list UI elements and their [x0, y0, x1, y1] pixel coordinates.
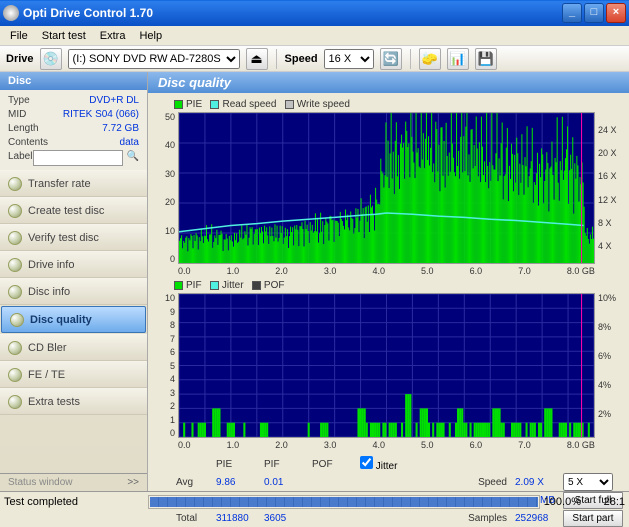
chart2-yaxis-left: 109876543210	[154, 293, 178, 438]
sidebar-item-label: Verify test disc	[28, 232, 99, 244]
chart2-xaxis: 0.01.02.03.04.05.06.07.08.0 GB	[178, 438, 595, 450]
speed-label: Speed	[285, 53, 318, 65]
disc-icon	[8, 341, 22, 355]
main-panel: Disc quality PIE Read speed Write speed …	[148, 72, 629, 491]
drive-select[interactable]: (I:) SONY DVD RW AD-7280S 1.60	[68, 49, 240, 69]
total-label: Total	[176, 513, 216, 524]
start-part-button[interactable]: Start part	[563, 510, 623, 527]
mid-label: MID	[8, 108, 26, 122]
sidebar-item-label: Disc info	[28, 286, 70, 298]
window-title: Opti Drive Control 1.70	[23, 6, 562, 20]
disc-label-input[interactable]	[33, 150, 123, 166]
disc-label-label: Label	[8, 150, 32, 166]
sidebar-item-disc-quality[interactable]: Disc quality	[1, 306, 146, 333]
maximize-button[interactable]: □	[584, 3, 604, 23]
chart2	[178, 293, 595, 438]
sidebar-item-fe-te[interactable]: FE / TE	[0, 361, 147, 388]
title-bar: Opti Drive Control 1.70 _ □ ×	[0, 0, 629, 26]
jitter-label: Jitter	[376, 461, 398, 472]
menu-help[interactable]: Help	[133, 28, 168, 44]
disc-icon	[8, 231, 22, 245]
close-button[interactable]: ×	[606, 3, 626, 23]
sidebar-item-label: Extra tests	[28, 396, 80, 408]
sidebar: Disc Type DVD+R DL MID RITEK S04 (066) Len…	[0, 72, 148, 491]
main-title: Disc quality	[148, 72, 629, 93]
disc-panel-header: Disc	[0, 72, 147, 90]
avg-pie: 9.86	[216, 477, 264, 488]
disc-icon	[8, 204, 22, 218]
menu-start-test[interactable]: Start test	[36, 28, 92, 44]
length-value: 7.72 GB	[102, 122, 139, 136]
chart2-yaxis-right: 10%8%6%4%2%	[595, 293, 623, 438]
erase-icon[interactable]: 🧽	[419, 48, 441, 70]
toolbar: Drive 💿 (I:) SONY DVD RW AD-7280S 1.60 ⏏…	[0, 46, 629, 72]
disc-icon	[8, 177, 22, 191]
col-pof: POF	[312, 459, 360, 470]
chart-icon[interactable]: 📊	[447, 48, 469, 70]
disc-icon	[8, 285, 22, 299]
sidebar-item-transfer-rate[interactable]: Transfer rate	[0, 170, 147, 197]
disc-icon	[10, 313, 24, 327]
sidebar-item-disc-info[interactable]: Disc info	[0, 278, 147, 305]
stats-grid: PIEPIFPOF Jitter Avg9.860.01 Speed2.09 X5…	[148, 454, 629, 527]
speed-limit-select[interactable]: 5 X	[563, 473, 613, 491]
sidebar-item-label: Transfer rate	[28, 178, 91, 190]
speed-select[interactable]: 16 X	[324, 49, 374, 69]
chart1-yaxis-right: 24 X20 X16 X12 X8 X4 X	[595, 112, 623, 264]
eject-icon[interactable]: ⏏	[246, 48, 268, 70]
avg-label: Avg	[176, 477, 216, 488]
rspeed-label: Speed	[430, 477, 515, 488]
refresh-icon[interactable]: 🔄	[380, 48, 402, 70]
drive-icon[interactable]: 💿	[40, 48, 62, 70]
col-pie: PIE	[216, 459, 264, 470]
sidebar-item-create-test-disc[interactable]: Create test disc	[0, 197, 147, 224]
jitter-checkbox[interactable]	[360, 456, 373, 469]
contents-value: data	[120, 136, 139, 150]
mid-value: RITEK S04 (066)	[63, 108, 139, 122]
label-edit-icon[interactable]: 🔍	[127, 150, 139, 166]
sidebar-item-label: Disc quality	[30, 314, 92, 326]
drive-label: Drive	[6, 53, 34, 65]
disc-icon	[8, 258, 22, 272]
elapsed-time: 28:1	[585, 496, 625, 508]
status-bar: Test completed 100.0% 28:1	[0, 491, 629, 511]
save-icon[interactable]: 💾	[475, 48, 497, 70]
length-label: Length	[8, 122, 39, 136]
sidebar-item-label: FE / TE	[28, 369, 65, 381]
chart1-yaxis-left: 50403020100	[154, 112, 178, 264]
progress-pct: 100.0%	[544, 496, 581, 508]
sidebar-item-label: Drive info	[28, 259, 74, 271]
contents-label: Contents	[8, 136, 48, 150]
type-value: DVD+R DL	[89, 94, 139, 108]
sidebar-item-extra-tests[interactable]: Extra tests	[0, 388, 147, 415]
sidebar-item-cd-bler[interactable]: CD Bler	[0, 334, 147, 361]
sidebar-item-drive-info[interactable]: Drive info	[0, 251, 147, 278]
samples-value: 252968	[515, 513, 563, 524]
disc-info-panel: Type DVD+R DL MID RITEK S04 (066) Length 7.…	[0, 90, 147, 170]
sidebar-item-verify-test-disc[interactable]: Verify test disc	[0, 224, 147, 251]
menu-file[interactable]: File	[4, 28, 34, 44]
status-text: Test completed	[4, 496, 144, 508]
rspeed-value: 2.09 X	[515, 477, 563, 488]
avg-pif: 0.01	[264, 477, 312, 488]
disc-icon	[8, 368, 22, 382]
sidebar-item-label: CD Bler	[28, 342, 67, 354]
chart1-legend: PIE Read speed Write speed	[174, 99, 623, 110]
chart1	[178, 112, 595, 264]
type-label: Type	[8, 94, 30, 108]
progress-bar	[148, 495, 540, 509]
sidebar-item-label: Create test disc	[28, 205, 104, 217]
total-pif: 3605	[264, 513, 312, 524]
total-pie: 311880	[216, 513, 264, 524]
minimize-button[interactable]: _	[562, 3, 582, 23]
menu-bar: File Start test Extra Help	[0, 26, 629, 46]
status-window-toggle[interactable]: Status window>>	[0, 473, 147, 491]
samples-label: Samples	[430, 513, 515, 524]
disc-icon	[8, 395, 22, 409]
app-icon	[3, 5, 19, 21]
chart2-legend: PIF Jitter POF	[174, 280, 623, 291]
chart1-xaxis: 0.01.02.03.04.05.06.07.08.0 GB	[178, 264, 595, 276]
col-pif: PIF	[264, 459, 312, 470]
menu-extra[interactable]: Extra	[94, 28, 132, 44]
